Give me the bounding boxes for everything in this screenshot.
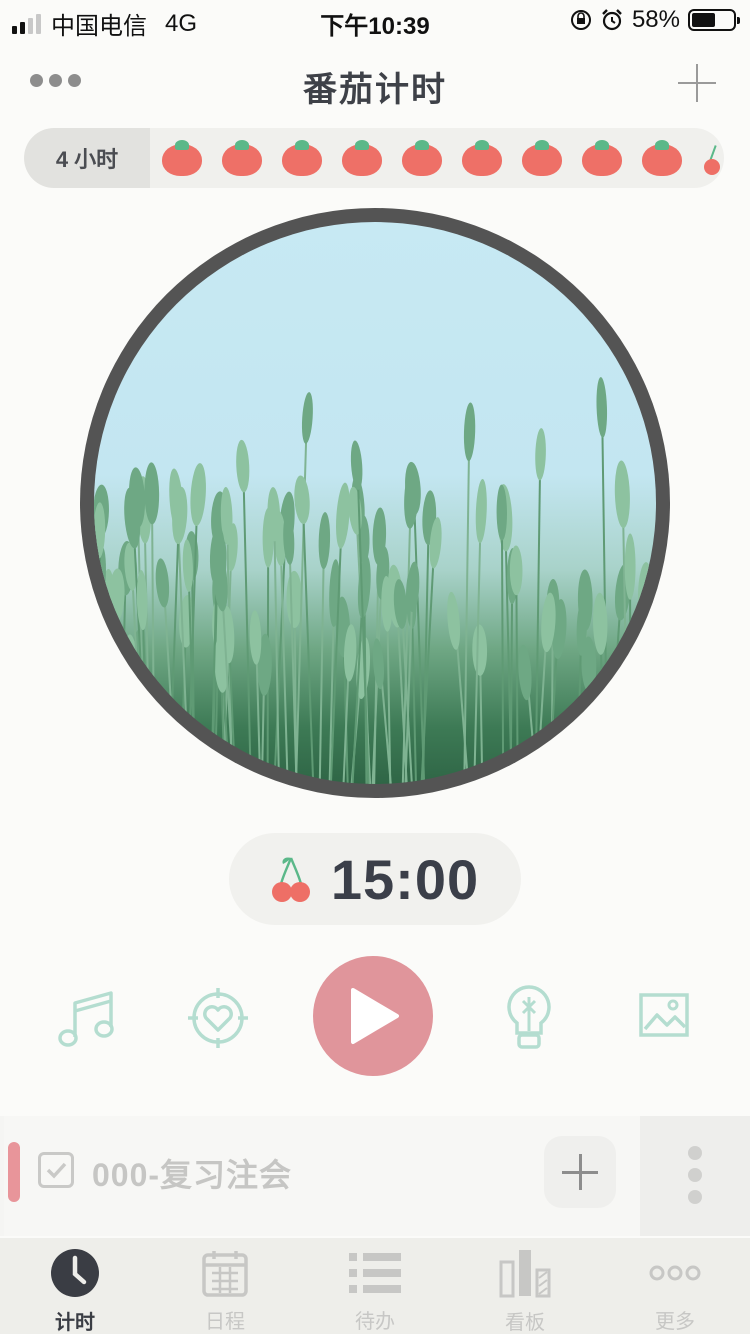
tomato-icon xyxy=(642,140,682,176)
tab-bar: 计时 日程 待办 看板 更多 xyxy=(0,1238,750,1334)
hours-label: 4 小时 xyxy=(24,128,150,188)
alarm-icon xyxy=(602,9,622,31)
tab-timer[interactable]: 计时 xyxy=(0,1238,150,1334)
pomodoro-strip[interactable]: 4 小时 xyxy=(24,128,724,188)
orientation-lock-icon xyxy=(570,10,591,30)
battery-percent: 58% xyxy=(631,6,680,33)
timer-value: 15:00 xyxy=(330,847,480,911)
plus-icon[interactable] xyxy=(678,64,716,102)
list-icon xyxy=(349,1248,401,1297)
tomato-icon xyxy=(522,140,562,176)
tomato-icon xyxy=(462,140,502,176)
tomato-list xyxy=(150,139,724,177)
status-bar: 中国电信 4G 下午10:39 58% xyxy=(0,0,750,40)
calendar-icon xyxy=(199,1248,251,1297)
cherry-icon xyxy=(702,139,724,177)
status-right: 58% xyxy=(570,6,740,34)
tab-label: 日程 xyxy=(205,1311,245,1333)
tomato-icon xyxy=(402,140,442,176)
task-bar: 000-复习注会 xyxy=(0,1116,750,1236)
task-menu-button[interactable] xyxy=(640,1116,750,1236)
timer-display[interactable]: 15:00 xyxy=(229,833,521,925)
tomato-icon xyxy=(162,140,202,176)
cherry-icon xyxy=(271,857,310,902)
lightbulb-icon[interactable] xyxy=(504,982,554,1052)
more-dots-icon xyxy=(649,1248,701,1297)
play-icon xyxy=(351,988,399,1044)
play-button[interactable] xyxy=(313,956,433,1076)
add-task-button[interactable] xyxy=(544,1136,616,1208)
wheat-field-image xyxy=(94,377,656,784)
timer-ring[interactable] xyxy=(80,208,670,798)
tomato-icon xyxy=(222,140,262,176)
tomato-icon xyxy=(582,140,622,176)
current-task[interactable]: 000-复习注会 xyxy=(4,1116,640,1236)
image-icon[interactable] xyxy=(638,992,690,1038)
checkbox-icon[interactable] xyxy=(38,1152,74,1188)
tab-label: 待办 xyxy=(355,1311,395,1333)
tab-label: 计时 xyxy=(55,1312,95,1334)
task-color-marker xyxy=(8,1142,20,1202)
tomato-icon xyxy=(282,140,322,176)
target-heart-icon[interactable] xyxy=(186,986,250,1050)
task-title: 000-复习注会 xyxy=(92,1157,293,1193)
tab-more[interactable]: 更多 xyxy=(600,1238,750,1334)
bar-chart-icon xyxy=(499,1248,551,1298)
nav-bar: 番茄计时 xyxy=(0,40,750,128)
tab-label: 更多 xyxy=(655,1311,695,1333)
clock-icon xyxy=(49,1248,101,1298)
music-note-icon[interactable] xyxy=(56,984,118,1050)
tab-schedule[interactable]: 日程 xyxy=(150,1238,300,1334)
tab-board[interactable]: 看板 xyxy=(450,1238,600,1334)
battery-icon xyxy=(688,9,740,31)
page-title: 番茄计时 xyxy=(303,71,447,109)
tab-label: 看板 xyxy=(505,1312,545,1334)
background-image xyxy=(94,222,656,784)
tab-todo[interactable]: 待办 xyxy=(300,1238,450,1334)
control-row xyxy=(0,954,750,1078)
tomato-icon xyxy=(342,140,382,176)
